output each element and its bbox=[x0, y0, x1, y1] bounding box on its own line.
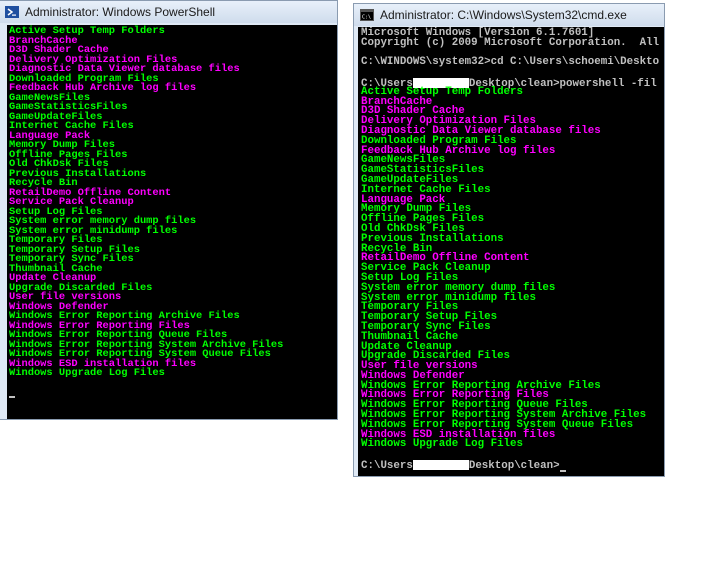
redacted-username bbox=[412, 460, 469, 471]
cmd-console[interactable]: Microsoft Windows [Version 6.1.7601] Copy… bbox=[358, 27, 664, 476]
final-prompt: C:\Users Desktop\clean> bbox=[361, 459, 664, 472]
console-line: C:\WINDOWS\system32>cd C:\Users\schoemi\… bbox=[361, 56, 660, 69]
powershell-title: Administrator: Windows PowerShell bbox=[25, 5, 216, 19]
powershell-console[interactable]: Active Setup Temp Folders BranchCache D3D … bbox=[7, 25, 337, 419]
powershell-title-bar[interactable]: Administrator: Windows PowerShell bbox=[0, 1, 337, 23]
cmd-window: C:\ Administrator: C:\Windows\System32\c… bbox=[353, 3, 665, 477]
console-output-line: Windows Upgrade Log Files bbox=[361, 438, 523, 451]
powershell-window: Administrator: Windows PowerShell Active… bbox=[0, 0, 338, 420]
powershell-icon bbox=[5, 6, 19, 18]
cmd-title-bar[interactable]: C:\ Administrator: C:\Windows\System32\c… bbox=[354, 4, 664, 26]
text-cursor bbox=[559, 469, 566, 472]
svg-text:C:\: C:\ bbox=[362, 15, 371, 21]
console-line: Copyright (c) 2009 Microsoft Corporation… bbox=[361, 36, 660, 49]
cmd-title: Administrator: C:\Windows\System32\cmd.e… bbox=[380, 8, 627, 22]
prompt-line bbox=[9, 388, 337, 398]
prompt-prefix: C:\Users bbox=[361, 459, 413, 472]
cmd-icon: C:\ bbox=[360, 9, 374, 21]
prompt-suffix: Desktop\clean> bbox=[468, 459, 560, 472]
text-cursor bbox=[9, 395, 15, 398]
console-output-line: Windows Upgrade Log Files bbox=[9, 367, 165, 379]
